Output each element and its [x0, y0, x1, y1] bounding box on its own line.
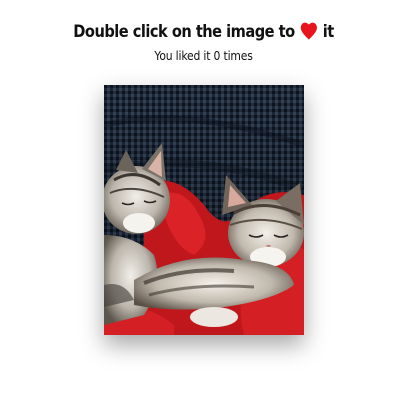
title-suffix: it — [322, 22, 334, 42]
cats-photo[interactable] — [104, 85, 304, 335]
heart-icon — [300, 22, 317, 40]
like-counter-text: You liked it 0 times — [20, 47, 386, 65]
like-counter-suffix: times — [223, 49, 253, 63]
title-prefix: Double click on the image to — [73, 22, 295, 42]
page-title: Double click on the image to it — [28, 20, 378, 44]
like-count: 0 — [213, 49, 221, 63]
cats-photo-illustration — [104, 85, 304, 335]
like-counter-prefix: You liked it — [154, 49, 211, 63]
